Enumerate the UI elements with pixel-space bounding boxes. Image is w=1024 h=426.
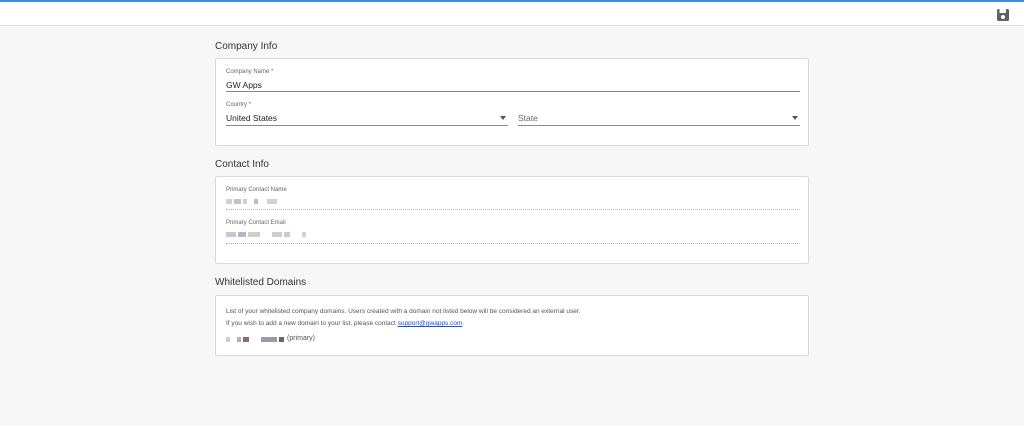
primary-contact-name-field[interactable]: Primary Contact Name [226, 187, 800, 211]
company-name-value[interactable]: GW Apps [226, 80, 262, 90]
primary-contact-email-field[interactable]: Primary Contact Email [226, 220, 800, 244]
save-button[interactable] [996, 8, 1010, 22]
country-underline [226, 125, 508, 126]
domains-help-suffix: . [462, 320, 465, 327]
country-select[interactable]: Country * United States [226, 102, 508, 126]
contact-info-card: Primary Contact Name Primary Contact Ema… [215, 176, 809, 264]
company-name-label: Company Name * [226, 69, 274, 75]
redacted-contact-name [226, 199, 277, 204]
whitelisted-domains-card: List of your whitelisted company domains… [215, 295, 809, 356]
domains-help-prefix: If you wish to add a new domain to your … [226, 320, 398, 327]
primary-contact-email-label: Primary Contact Email [226, 220, 286, 226]
state-underline [518, 125, 800, 126]
domains-help-line-1: List of your whitelisted company domains… [226, 308, 581, 315]
save-icon [997, 9, 1009, 21]
chevron-down-icon[interactable] [792, 116, 798, 120]
primary-contact-email-underline [226, 243, 800, 244]
redacted-contact-email [226, 232, 306, 237]
top-bar [0, 0, 1024, 26]
company-info-heading: Company Info [215, 41, 278, 52]
domains-help-line-2: If you wish to add a new domain to your … [226, 320, 464, 327]
state-placeholder: State [518, 113, 538, 123]
company-name-field[interactable]: Company Name * GW Apps [226, 69, 800, 93]
redacted-domain [226, 337, 284, 342]
contact-info-heading: Contact Info [215, 159, 269, 170]
primary-contact-name-label: Primary Contact Name [226, 187, 287, 193]
country-label: Country * [226, 102, 252, 108]
company-info-card: Company Name * GW Apps Country * United … [215, 58, 809, 146]
domain-list-item: (primary) [226, 335, 426, 345]
whitelisted-domains-heading: Whitelisted Domains [215, 277, 307, 288]
state-select[interactable]: State [518, 102, 800, 126]
chevron-down-icon[interactable] [500, 116, 506, 120]
primary-contact-name-underline [226, 209, 800, 210]
country-value[interactable]: United States [226, 113, 277, 123]
company-name-underline [226, 91, 800, 92]
support-email-link[interactable]: support@gwapps.com [398, 320, 463, 327]
primary-domain-tag: (primary) [287, 335, 315, 342]
